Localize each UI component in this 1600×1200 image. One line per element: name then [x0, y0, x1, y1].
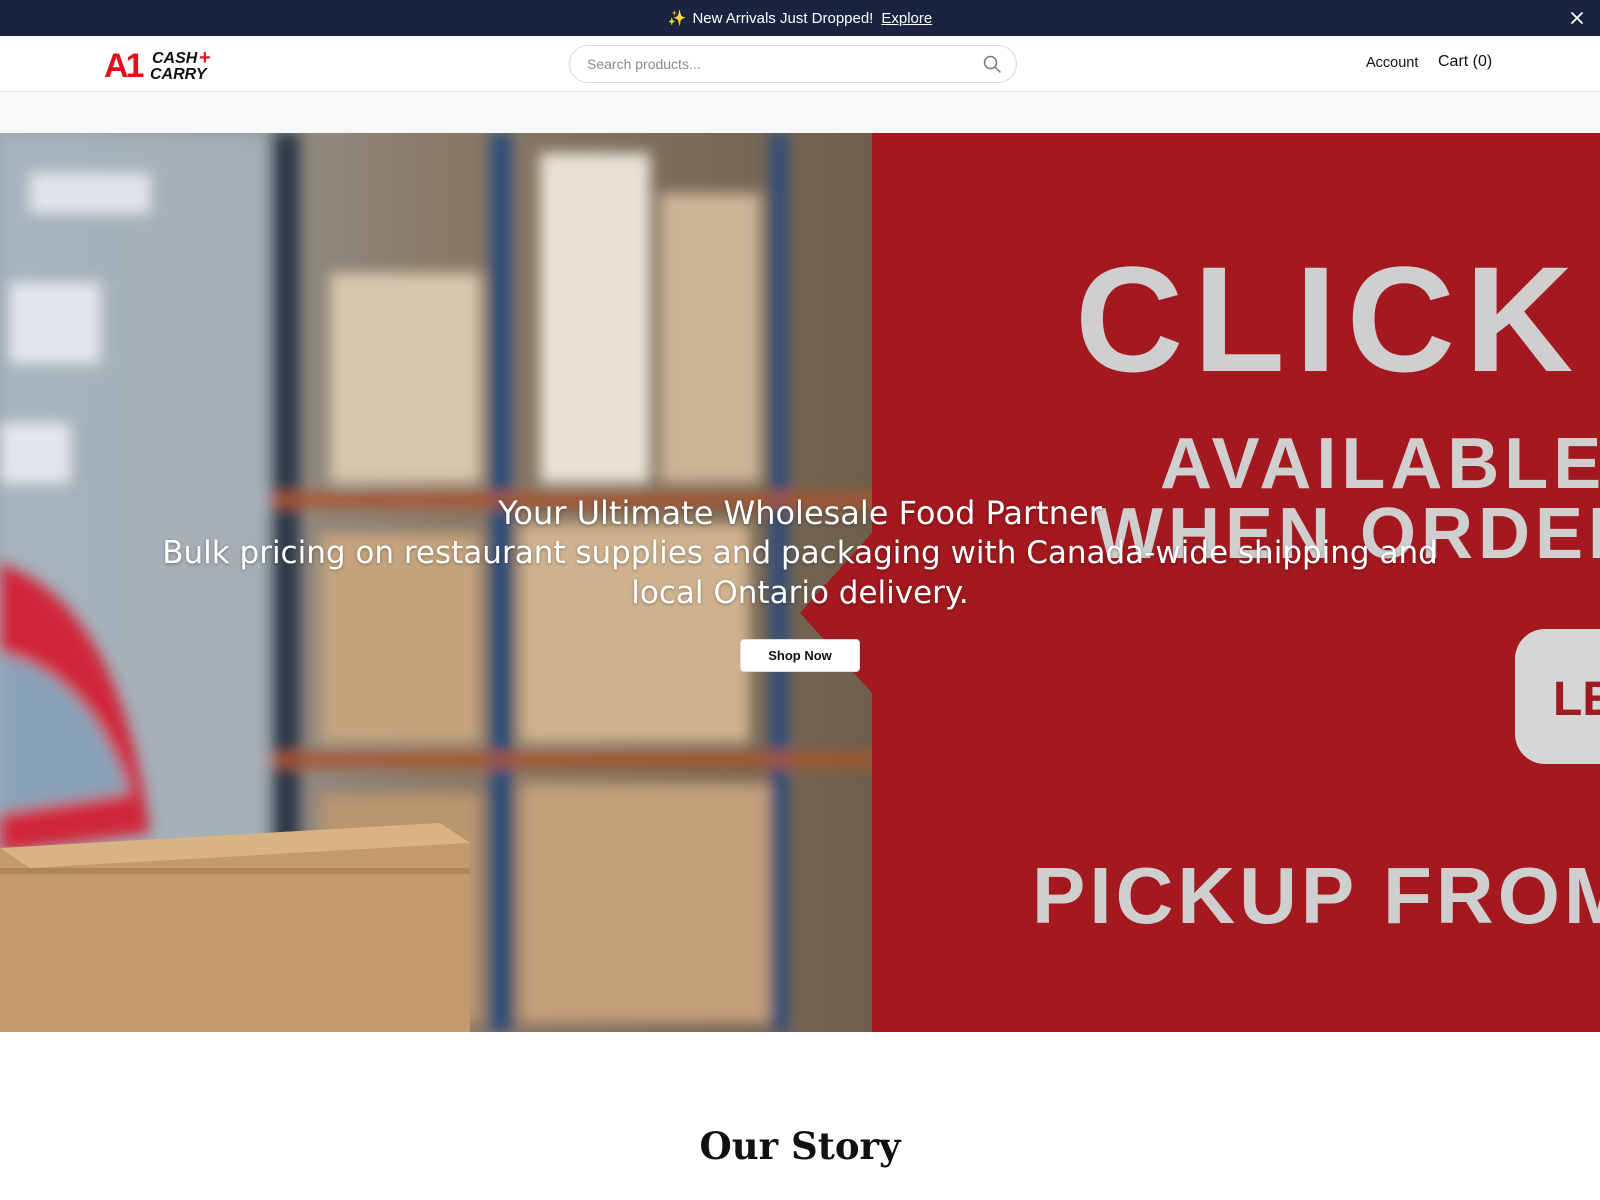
- hero-title: Your Ultimate Wholesale Food Partner: [498, 494, 1102, 532]
- sparkles-icon: ✨: [667, 10, 687, 27]
- hero-text-block: Your Ultimate Wholesale Food Partner Bul…: [0, 493, 1600, 613]
- site-header: A1 CASH + CARRY Account Cart (0): [0, 36, 1600, 92]
- hero-banner: CLICK & AVAILABLE AS WHEN ORDER IS PICKU…: [0, 133, 1600, 1032]
- svg-text:CARRY: CARRY: [150, 66, 208, 82]
- banner-line-2: AVAILABLE AS: [1160, 424, 1600, 504]
- our-story-heading: Our Story: [699, 1124, 901, 1168]
- hero-subtitle: Bulk pricing on restaurant supplies and …: [162, 535, 1438, 611]
- close-icon[interactable]: [1568, 9, 1586, 27]
- search-input[interactable]: [570, 46, 982, 82]
- announcement-message: New Arrivals Just Dropped!: [692, 9, 874, 27]
- brand-logo[interactable]: A1 CASH + CARRY: [104, 46, 224, 82]
- svg-text:CASH: CASH: [152, 50, 198, 67]
- announcement-bar: ✨ New Arrivals Just Dropped! Explore: [0, 0, 1600, 36]
- shop-now-button[interactable]: Shop Now: [740, 639, 860, 672]
- search-icon[interactable]: [982, 54, 1002, 74]
- banner-line-4: PICKUP FROM MIS: [1032, 851, 1600, 940]
- search-bar: [569, 45, 1017, 83]
- svg-text:A1: A1: [104, 47, 144, 82]
- banner-line-1: CLICK &: [1075, 235, 1600, 403]
- explore-link[interactable]: Explore: [881, 10, 932, 27]
- cart-link[interactable]: Cart (0): [1438, 53, 1492, 71]
- category-nav-strip: [0, 92, 1600, 133]
- account-link[interactable]: Account: [1366, 55, 1418, 71]
- banner-button-fragment: LE: [1553, 673, 1600, 726]
